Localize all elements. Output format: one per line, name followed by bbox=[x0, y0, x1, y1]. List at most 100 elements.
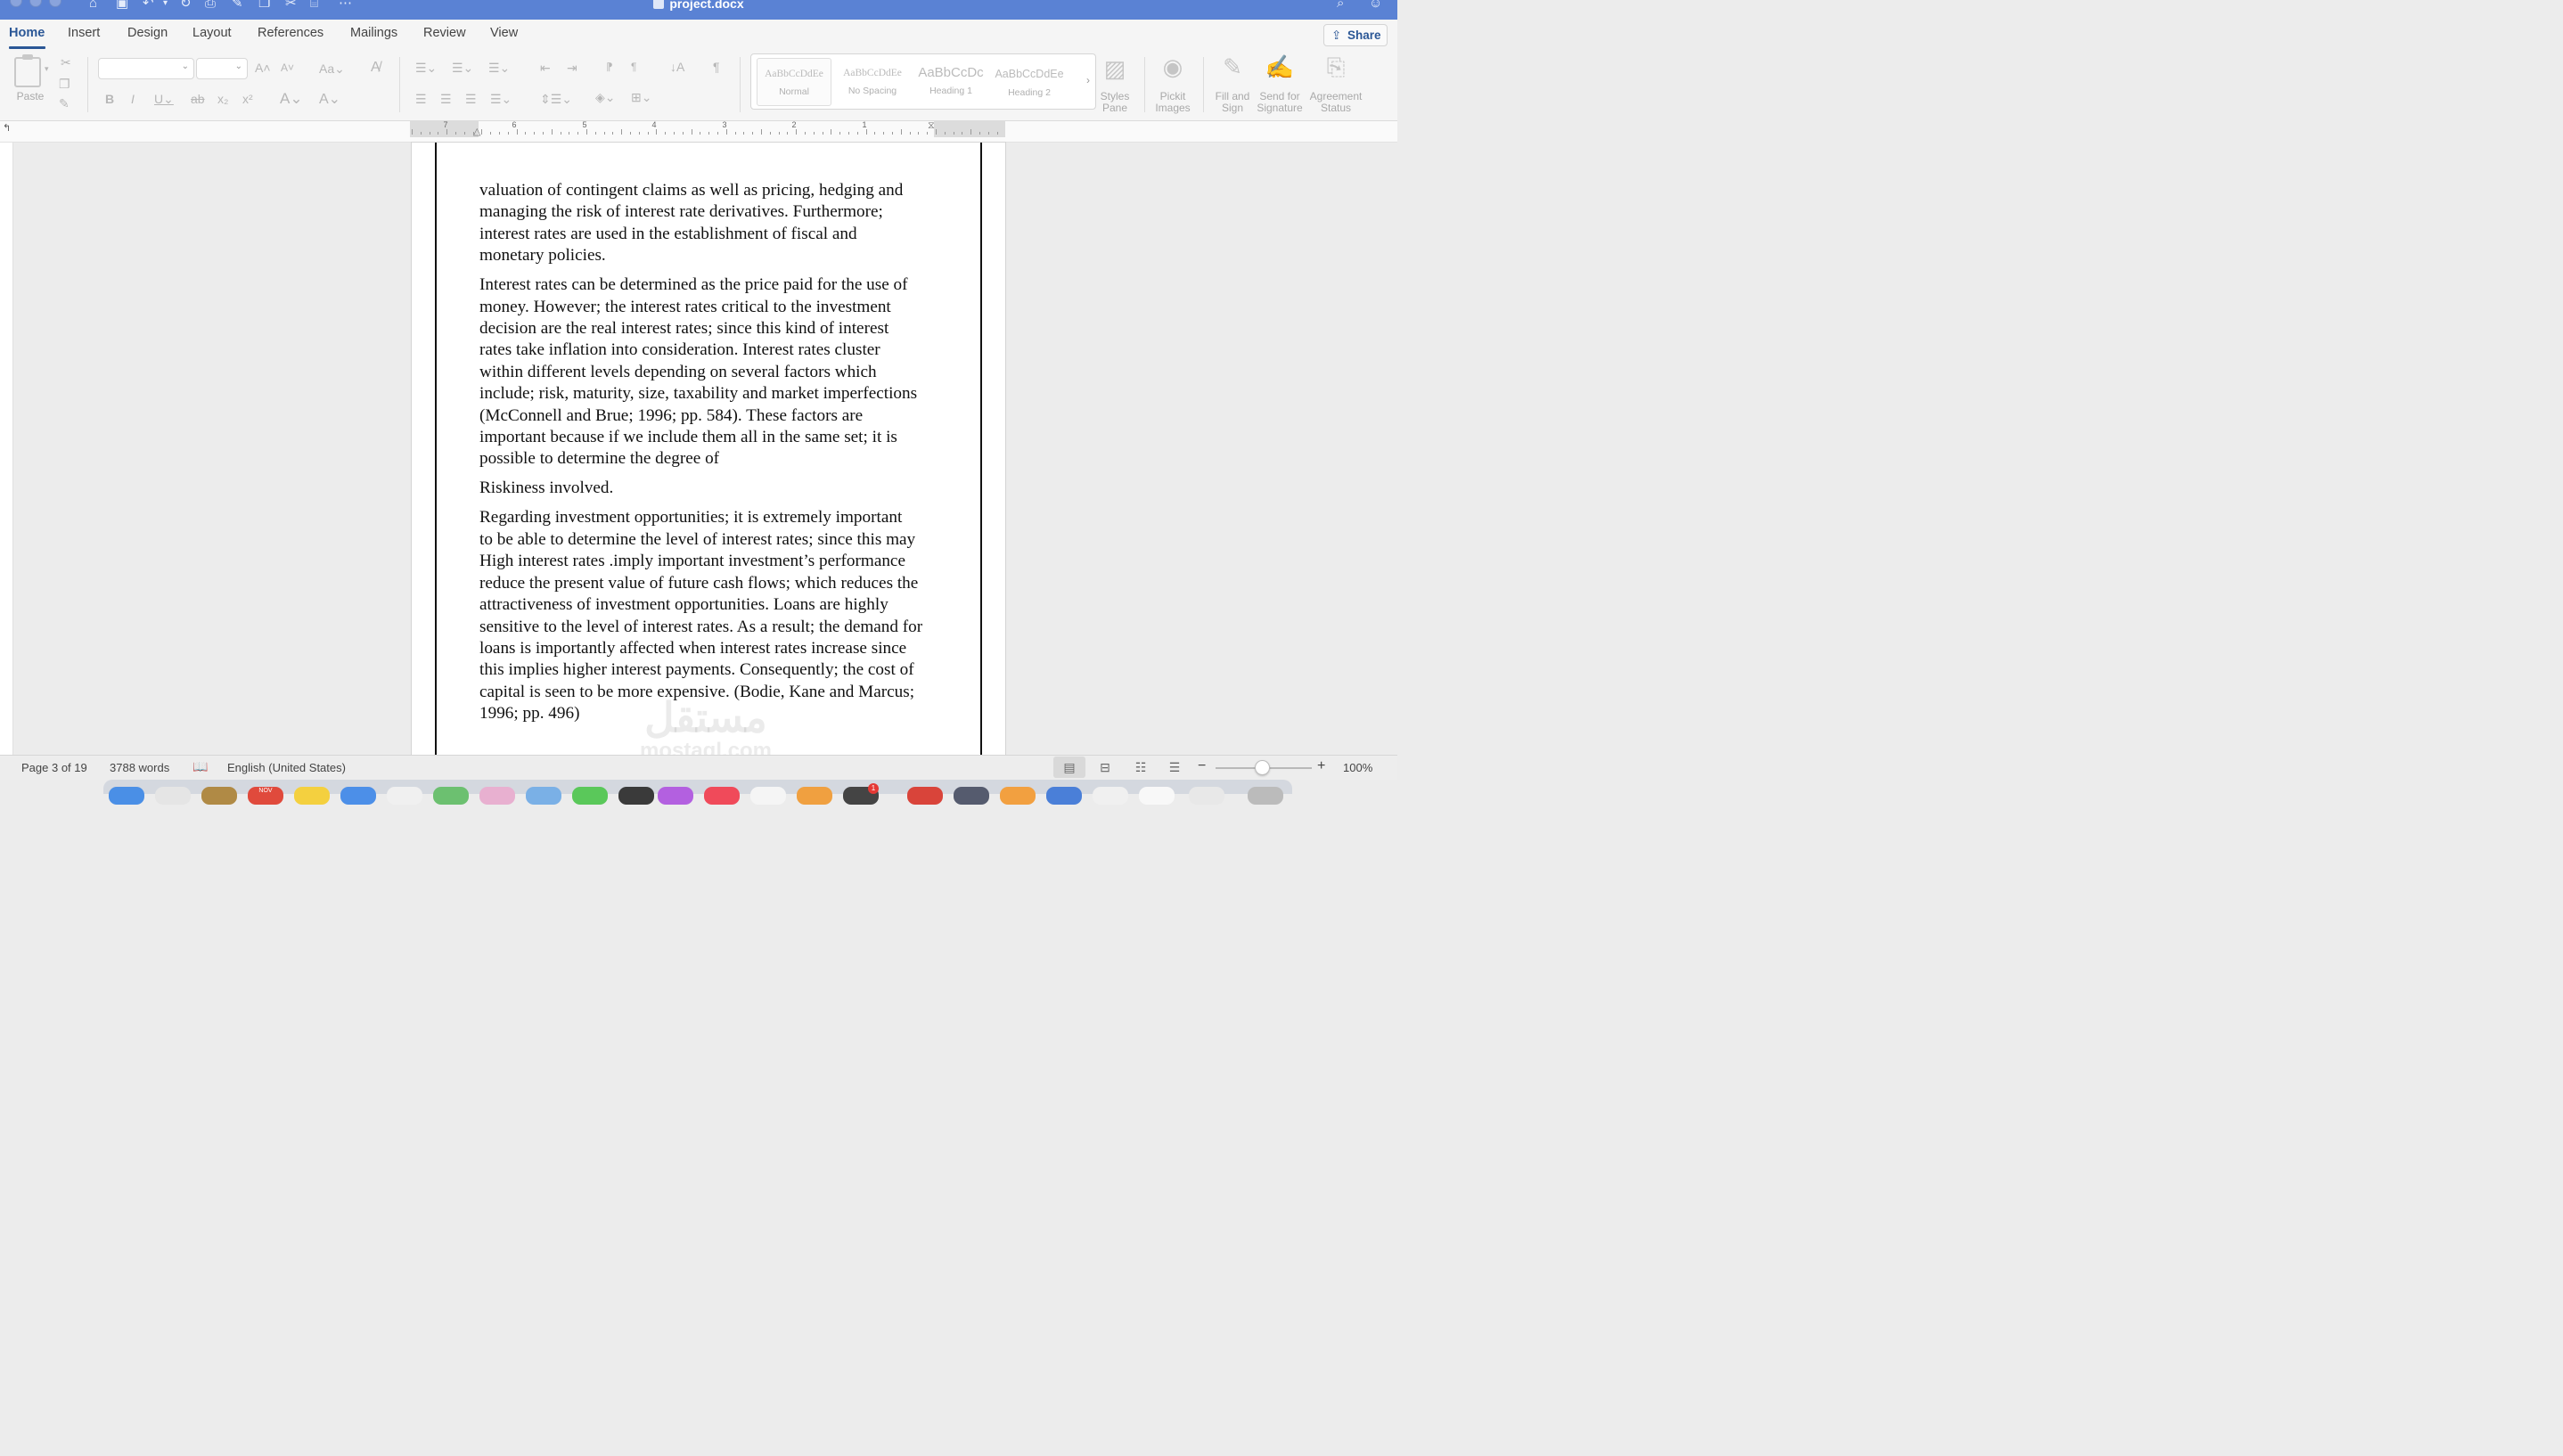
dock-app-photos[interactable] bbox=[479, 787, 515, 805]
underline-icon[interactable]: U⌄ bbox=[154, 92, 174, 107]
align-right-icon[interactable]: ☰ bbox=[465, 92, 477, 107]
dock-app-opera[interactable] bbox=[907, 787, 943, 805]
tab-view[interactable]: View bbox=[490, 26, 518, 40]
decrease-indent-icon[interactable]: ⇤ bbox=[540, 61, 551, 76]
shading-icon[interactable]: ◈⌄ bbox=[595, 90, 616, 105]
rtl-icon[interactable]: ¶ bbox=[631, 61, 636, 73]
tab-home[interactable]: Home bbox=[9, 26, 45, 40]
pickit-icon[interactable]: ◉ bbox=[1159, 53, 1187, 81]
tab-review[interactable]: Review bbox=[423, 26, 466, 40]
zoom-out-icon[interactable]: − bbox=[1198, 758, 1206, 774]
increase-indent-icon[interactable]: ⇥ bbox=[567, 61, 577, 76]
web-layout-view-icon[interactable]: ⊟ bbox=[1089, 757, 1121, 778]
dock-app-trash[interactable] bbox=[1248, 787, 1283, 805]
word-count[interactable]: 3788 words bbox=[110, 761, 169, 774]
tab-selector-icon[interactable]: ↰ bbox=[3, 122, 11, 134]
send-for-signature-label[interactable]: Send for Signature bbox=[1253, 91, 1306, 114]
dock-app-document[interactable] bbox=[1139, 787, 1175, 805]
dock-app-textedit[interactable] bbox=[750, 787, 786, 805]
document-page[interactable]: valuation of contingent claims as well a… bbox=[412, 143, 1005, 763]
dock-app-calendar[interactable]: NOV bbox=[248, 787, 283, 805]
right-indent-marker-icon[interactable]: ⧖ bbox=[928, 120, 935, 132]
dock-app-chrome[interactable] bbox=[1046, 787, 1082, 805]
text-effects-icon[interactable]: A⌄ bbox=[280, 90, 303, 108]
dock-app-firefox[interactable] bbox=[1000, 787, 1036, 805]
style-no-spacing[interactable]: AaBbCcDdEe No Spacing bbox=[835, 58, 910, 106]
styles-pane-icon[interactable]: ▨ bbox=[1101, 55, 1128, 83]
line-spacing-icon[interactable]: ⇕☰⌄ bbox=[540, 92, 572, 107]
dock-app-mail[interactable] bbox=[340, 787, 376, 805]
tab-references[interactable]: References bbox=[258, 26, 323, 40]
agreement-icon[interactable]: ⎘ bbox=[1322, 53, 1349, 82]
format-painter-icon[interactable]: ✎ bbox=[59, 96, 70, 111]
style-heading-1[interactable]: AaBbCcDc Heading 1 bbox=[913, 58, 988, 106]
dock-app-word[interactable] bbox=[1093, 787, 1128, 805]
dock-app-downloads[interactable] bbox=[1189, 787, 1224, 805]
dock-app-launchpad[interactable] bbox=[155, 787, 191, 805]
font-size-dropdown[interactable]: ⌄ bbox=[196, 58, 248, 79]
shrink-font-icon[interactable]: A˅ bbox=[281, 61, 294, 74]
styles-pane-label[interactable]: Styles Pane bbox=[1093, 91, 1137, 114]
strikethrough-icon[interactable]: ab bbox=[191, 92, 205, 106]
account-icon[interactable]: ☺ bbox=[1369, 0, 1382, 11]
italic-icon[interactable]: I bbox=[131, 92, 135, 106]
zoom-level[interactable]: 100% bbox=[1343, 761, 1372, 774]
document-body[interactable]: valuation of contingent claims as well a… bbox=[479, 180, 943, 732]
dock-app-pages[interactable] bbox=[797, 787, 832, 805]
paste-dropdown-icon[interactable]: ▾ bbox=[45, 64, 49, 74]
dock-app-preview[interactable] bbox=[526, 787, 561, 805]
bullets-icon[interactable]: ☰⌄ bbox=[415, 61, 437, 76]
left-indent-marker-icon[interactable]: △ bbox=[473, 126, 480, 137]
tab-mailings[interactable]: Mailings bbox=[350, 26, 397, 40]
borders-icon[interactable]: ⊞⌄ bbox=[631, 90, 651, 105]
fill-and-sign-label[interactable]: Fill and Sign bbox=[1210, 91, 1255, 114]
dock-app-stickies[interactable] bbox=[294, 787, 330, 805]
multilevel-list-icon[interactable]: ☰⌄ bbox=[488, 61, 510, 76]
share-button[interactable]: ⇪ Share bbox=[1323, 24, 1388, 46]
fill-sign-icon[interactable]: ✎ bbox=[1219, 53, 1246, 81]
align-center-icon[interactable]: ☰ bbox=[440, 92, 452, 107]
paste-icon[interactable] bbox=[14, 54, 41, 87]
signature-icon[interactable]: ✍ bbox=[1264, 53, 1296, 81]
justify-icon[interactable]: ☰⌄ bbox=[490, 92, 512, 107]
font-name-dropdown[interactable]: ⌄ bbox=[98, 58, 194, 79]
style-normal[interactable]: AaBbCcDdEe Normal bbox=[757, 58, 831, 106]
paragraph[interactable]: Riskiness involved. bbox=[479, 478, 943, 499]
chevron-right-icon[interactable]: › bbox=[1086, 74, 1090, 86]
sort-icon[interactable]: ↓A bbox=[670, 60, 684, 74]
clear-formatting-icon[interactable]: A̸ bbox=[371, 60, 381, 76]
show-formatting-icon[interactable]: ¶ bbox=[713, 60, 720, 74]
dock-app-podcasts[interactable] bbox=[658, 787, 693, 805]
style-heading-2[interactable]: AaBbCcDdEe Heading 2 bbox=[992, 58, 1067, 106]
outline-view-icon[interactable]: ☷ bbox=[1125, 757, 1157, 778]
agreement-status-label[interactable]: Agreement Status bbox=[1306, 91, 1365, 114]
ltr-icon[interactable]: ⁋ bbox=[606, 61, 613, 73]
dock-app-maps[interactable] bbox=[433, 787, 469, 805]
dock-app-terminal[interactable] bbox=[618, 787, 654, 805]
tab-layout[interactable]: Layout bbox=[192, 26, 232, 40]
zoom-slider-knob[interactable] bbox=[1255, 760, 1270, 775]
change-case-icon[interactable]: Aa⌄ bbox=[319, 61, 345, 77]
pickit-images-label[interactable]: Pickit Images bbox=[1150, 91, 1196, 114]
language-status[interactable]: English (United States) bbox=[227, 761, 346, 774]
grow-font-icon[interactable]: A˄ bbox=[255, 61, 271, 75]
search-icon[interactable]: ⌕ bbox=[1337, 0, 1344, 11]
dock-app-messages[interactable] bbox=[572, 787, 608, 805]
paragraph[interactable]: Regarding investment opportunities; it i… bbox=[479, 507, 943, 724]
paragraph[interactable]: Interest rates can be determined as the … bbox=[479, 274, 943, 470]
copy-icon[interactable]: ❐ bbox=[59, 77, 70, 92]
horizontal-ruler[interactable]: 7 6 5 4 3 2 1 △ ⧖ bbox=[410, 120, 1005, 137]
font-color-icon[interactable]: A⌄ bbox=[319, 90, 340, 108]
dock-app-notes[interactable] bbox=[201, 787, 237, 805]
draft-view-icon[interactable]: ☰ bbox=[1159, 757, 1191, 778]
numbering-icon[interactable]: ☰⌄ bbox=[452, 61, 473, 76]
align-left-icon[interactable]: ☰ bbox=[415, 92, 427, 107]
proofing-icon[interactable]: 📖 bbox=[192, 759, 208, 774]
page-count[interactable]: Page 3 of 19 bbox=[21, 761, 87, 774]
tab-insert[interactable]: Insert bbox=[68, 26, 100, 40]
bold-icon[interactable]: B bbox=[105, 92, 114, 106]
dock-app-reminders[interactable] bbox=[387, 787, 422, 805]
print-layout-view-icon[interactable]: ▤ bbox=[1053, 757, 1085, 778]
subscript-icon[interactable]: x₂ bbox=[217, 92, 228, 106]
cut-icon[interactable]: ✂ bbox=[61, 55, 71, 70]
